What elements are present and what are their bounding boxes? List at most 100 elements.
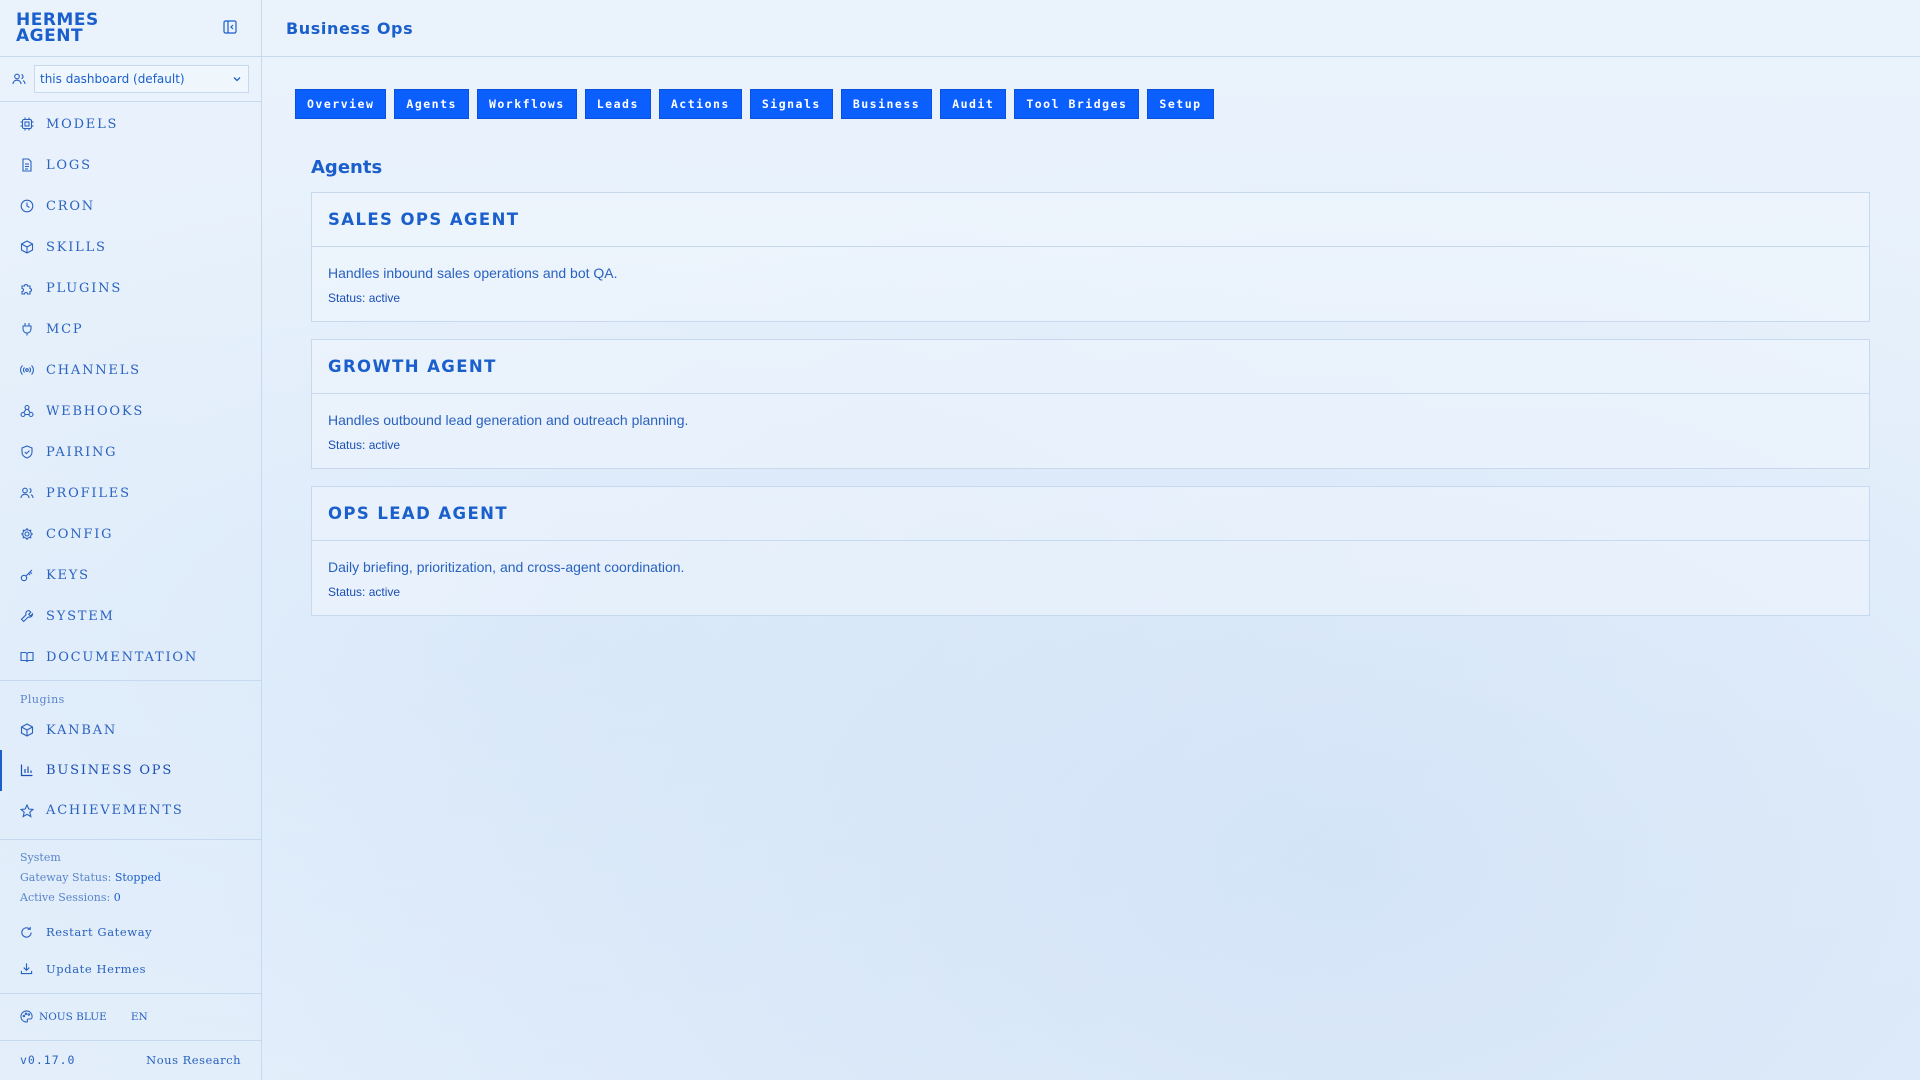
sidebar-item-label: ACHIEVEMENTS bbox=[46, 803, 184, 819]
bar-chart-icon bbox=[20, 763, 34, 777]
tab-overview[interactable]: Overview bbox=[295, 89, 387, 119]
sidebar-item-label: DOCUMENTATION bbox=[46, 649, 199, 665]
tab-agents[interactable]: Agents bbox=[394, 89, 469, 119]
profile-switcher: this dashboard (default) bbox=[0, 56, 261, 102]
sidebar-item-label: WEBHOOKS bbox=[46, 403, 145, 419]
active-sessions: Active Sessions: 0 bbox=[20, 888, 241, 908]
sidebar-item-logs[interactable]: LOGS bbox=[0, 145, 261, 186]
sidebar-item-profiles[interactable]: PROFILES bbox=[0, 473, 261, 514]
restart-gateway-label: Restart Gateway bbox=[46, 925, 153, 940]
tab-setup[interactable]: Setup bbox=[1147, 89, 1214, 119]
agent-name: OPS LEAD AGENT bbox=[312, 487, 1869, 541]
tab-bar: Overview Agents Workflows Leads Actions … bbox=[262, 57, 1920, 119]
book-icon bbox=[20, 650, 34, 664]
brand-logo[interactable]: HERMES AGENT bbox=[16, 12, 99, 46]
sidebar-item-label: KANBAN bbox=[46, 722, 118, 738]
sidebar-item-channels[interactable]: CHANNELS bbox=[0, 350, 261, 391]
sidebar-item-plugins[interactable]: PLUGINS bbox=[0, 268, 261, 309]
refresh-icon bbox=[20, 926, 33, 939]
sidebar-item-label: SKILLS bbox=[46, 239, 107, 255]
footer-row: v0.17.0 Nous Research bbox=[0, 1041, 261, 1080]
agent-card-body: Handles outbound lead generation and out… bbox=[312, 394, 1869, 468]
tab-signals[interactable]: Signals bbox=[749, 89, 833, 119]
sidebar-item-label: MODELS bbox=[46, 116, 119, 132]
agent-description: Daily briefing, prioritization, and cros… bbox=[328, 559, 685, 575]
agents-section: Agents SALES OPS AGENT Handles inbound s… bbox=[262, 119, 1920, 633]
file-icon bbox=[20, 158, 34, 172]
sidebar-toggle-icon[interactable] bbox=[223, 20, 239, 36]
agent-card-body: Handles inbound sales operations and bot… bbox=[312, 247, 1869, 321]
users-icon bbox=[20, 486, 34, 500]
sidebar-item-label: LOGS bbox=[46, 157, 92, 173]
page-title: Business Ops bbox=[286, 18, 414, 38]
sidebar-item-kanban[interactable]: KANBAN bbox=[0, 710, 261, 750]
shield-icon bbox=[20, 445, 34, 459]
sidebar-item-system[interactable]: SYSTEM bbox=[0, 596, 261, 637]
tab-tool-bridges[interactable]: Tool Bridges bbox=[1014, 89, 1140, 119]
sidebar-item-business-ops[interactable]: BUSINESS OPS bbox=[0, 750, 261, 792]
agent-name: GROWTH AGENT bbox=[312, 340, 1869, 394]
package-icon bbox=[20, 723, 34, 737]
version-label: v0.17.0 bbox=[20, 1053, 76, 1068]
plugins-section-label: Plugins bbox=[20, 692, 65, 706]
tab-actions[interactable]: Actions bbox=[658, 89, 742, 119]
sidebar-item-webhooks[interactable]: WEBHOOKS bbox=[0, 391, 261, 432]
section-title: Agents bbox=[311, 157, 383, 178]
sidebar-item-label: KEYS bbox=[46, 567, 90, 583]
agent-status: Status: active bbox=[328, 291, 401, 305]
theme-row: NOUS BLUE EN bbox=[0, 994, 261, 1039]
agent-card-body: Daily briefing, prioritization, and cros… bbox=[312, 541, 1869, 615]
update-hermes-button[interactable]: Update Hermes bbox=[0, 951, 261, 988]
sidebar-item-models[interactable]: MODELS bbox=[0, 104, 261, 145]
brand-line-2: AGENT bbox=[16, 26, 84, 46]
sidebar-item-mcp[interactable]: MCP bbox=[0, 309, 261, 350]
sidebar-item-cron[interactable]: CRON bbox=[0, 186, 261, 227]
brand-row: HERMES AGENT bbox=[0, 0, 261, 56]
sidebar-item-label: CHANNELS bbox=[46, 362, 141, 378]
gateway-status-value: Stopped bbox=[114, 871, 162, 885]
active-sessions-label: Active Sessions: bbox=[20, 891, 111, 905]
profile-select[interactable]: this dashboard (default) bbox=[34, 65, 249, 94]
main-content: Business Ops Overview Agents Workflows L… bbox=[262, 0, 1920, 1080]
wrench-icon bbox=[20, 609, 34, 623]
sidebar-nav: MODELS LOGS CRON SKILLS PLUGINS MCP CHAN… bbox=[0, 102, 261, 678]
system-status: System Gateway Status: Stopped Active Se… bbox=[0, 840, 261, 908]
tab-audit[interactable]: Audit bbox=[940, 89, 1007, 119]
sidebar-item-achievements[interactable]: ACHIEVEMENTS bbox=[0, 791, 261, 831]
sidebar-item-pairing[interactable]: PAIRING bbox=[0, 432, 261, 473]
agent-card: OPS LEAD AGENT Daily briefing, prioritiz… bbox=[311, 486, 1870, 616]
active-sessions-value: 0 bbox=[113, 891, 121, 905]
sidebar-item-config[interactable]: CONFIG bbox=[0, 514, 261, 555]
theme-switcher[interactable]: NOUS BLUE bbox=[39, 1011, 107, 1023]
puzzle-icon bbox=[20, 281, 34, 295]
agent-name: SALES OPS AGENT bbox=[312, 193, 1869, 247]
tab-business[interactable]: Business bbox=[840, 89, 933, 119]
sidebar-item-label: PROFILES bbox=[46, 485, 131, 501]
sidebar: HERMES AGENT this dashboard (default) MO… bbox=[0, 0, 262, 1080]
language-switcher[interactable]: EN bbox=[131, 1011, 148, 1023]
restart-gateway-button[interactable]: Restart Gateway bbox=[0, 914, 261, 951]
system-label: System bbox=[20, 851, 61, 865]
plug-icon bbox=[20, 322, 34, 336]
sidebar-item-label: BUSINESS OPS bbox=[46, 762, 174, 778]
tab-workflows[interactable]: Workflows bbox=[476, 89, 577, 119]
users-icon bbox=[12, 72, 26, 86]
org-link[interactable]: Nous Research bbox=[146, 1053, 241, 1067]
sidebar-item-keys[interactable]: KEYS bbox=[0, 555, 261, 596]
key-icon bbox=[20, 568, 34, 582]
agent-status: Status: active bbox=[328, 585, 401, 599]
download-icon bbox=[20, 962, 33, 975]
tab-leads[interactable]: Leads bbox=[584, 89, 651, 119]
sidebar-item-documentation[interactable]: DOCUMENTATION bbox=[0, 637, 261, 678]
agent-card: SALES OPS AGENT Handles inbound sales op… bbox=[311, 192, 1870, 322]
palette-icon bbox=[20, 1010, 33, 1023]
profile-select-value: this dashboard (default) bbox=[40, 72, 185, 87]
agent-description: Handles inbound sales operations and bot… bbox=[328, 265, 618, 281]
sidebar-item-label: SYSTEM bbox=[46, 608, 115, 624]
agent-card: GROWTH AGENT Handles outbound lead gener… bbox=[311, 339, 1870, 469]
agent-description: Handles outbound lead generation and out… bbox=[328, 412, 689, 428]
cube-icon bbox=[20, 117, 34, 131]
sidebar-item-skills[interactable]: SKILLS bbox=[0, 227, 261, 268]
sidebar-item-label: CRON bbox=[46, 198, 95, 214]
gateway-status: Gateway Status: Stopped bbox=[20, 868, 241, 888]
